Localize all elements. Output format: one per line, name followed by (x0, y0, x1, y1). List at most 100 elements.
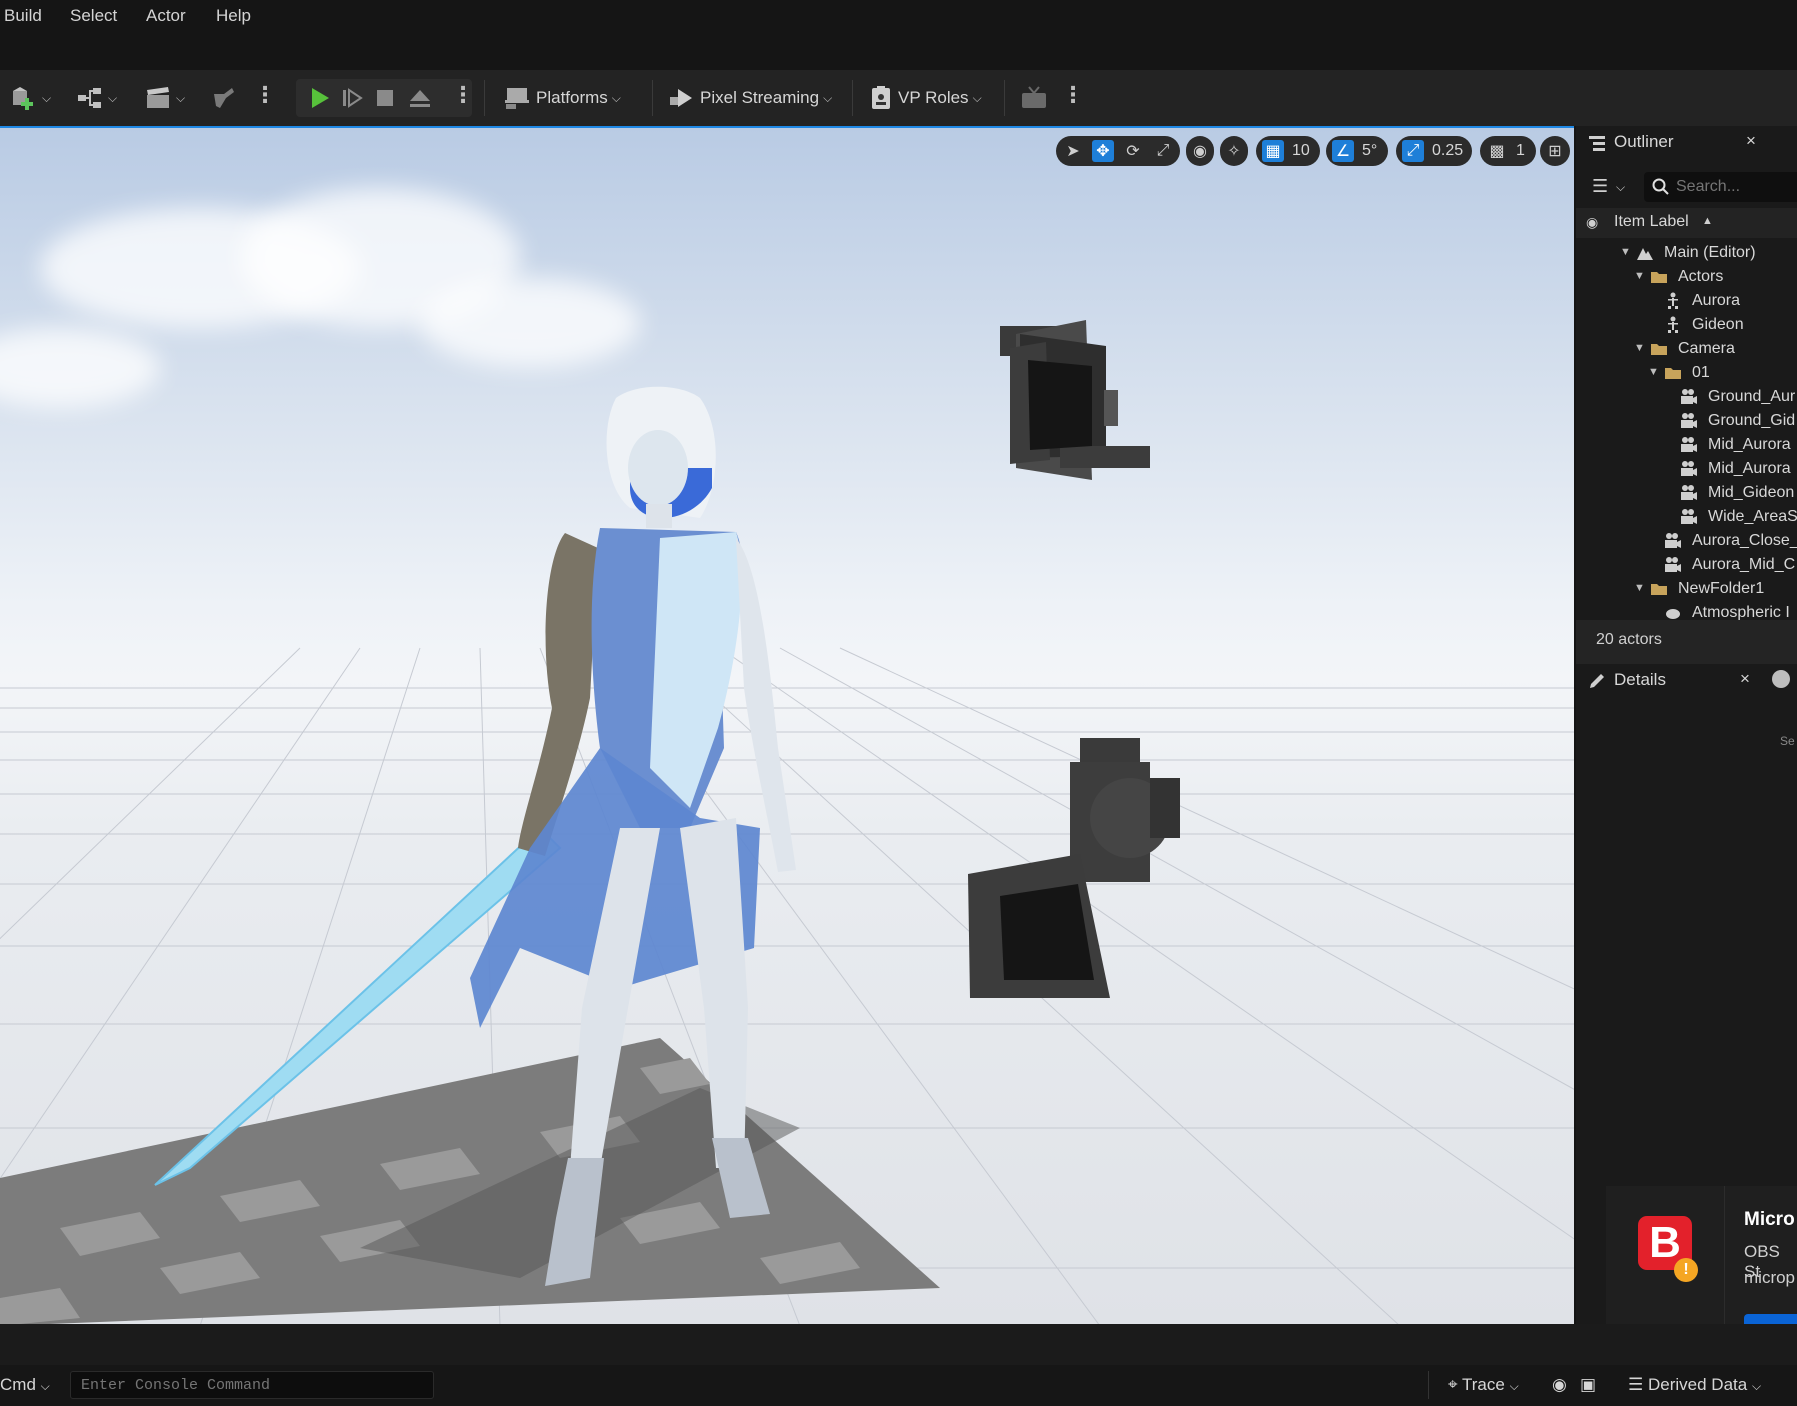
viewport-layout-button[interactable]: ⊞ (1540, 136, 1570, 166)
scale-snap-button[interactable]: ⤢ 0.25 (1396, 136, 1472, 166)
add-actor-button[interactable]: ⌵ (10, 79, 51, 117)
tree-row-camera[interactable]: Mid_Aurora (1576, 458, 1797, 482)
menu-select[interactable]: Select (70, 6, 117, 26)
cine-camera-icon (1681, 509, 1697, 524)
console-command-box[interactable] (70, 1371, 434, 1399)
chevron-down-icon[interactable]: ⌵ (1616, 180, 1625, 195)
warning-badge-icon: ! (1674, 1258, 1698, 1282)
rotation-snap-button[interactable]: ∠ 5° (1326, 136, 1388, 166)
select-mode-icon[interactable]: ➤ (1062, 140, 1084, 162)
layout-grid-icon: ⊞ (1548, 143, 1562, 160)
grid-snap-button[interactable]: ▦ 10 (1256, 136, 1320, 166)
camera-speed-button[interactable]: ▩ 1 (1480, 136, 1536, 166)
play-options-icon[interactable]: ⋮ (452, 84, 474, 106)
close-icon[interactable]: × (1746, 131, 1756, 151)
cine-camera-icon (1681, 461, 1697, 476)
live-coding-button[interactable]: ◉ (1552, 1375, 1567, 1395)
scale-snap-value: 0.25 (1432, 142, 1464, 159)
eject-button[interactable] (408, 79, 432, 117)
play-button[interactable] (306, 79, 332, 117)
tree-row-label: Mid_Gideon (1708, 484, 1795, 501)
tree-row-label: Gideon (1692, 316, 1744, 333)
menu-actor[interactable]: Actor (146, 6, 186, 26)
blueprint-button[interactable]: ⌵ (76, 79, 117, 117)
console-command-input[interactable] (81, 1375, 421, 1395)
tree-row-camera[interactable]: Mid_Aurora (1576, 434, 1797, 458)
modeling-button[interactable] (210, 79, 238, 117)
trace-icon: ⌖ (1448, 1375, 1458, 1394)
add-actor-icon (10, 82, 38, 114)
expand-arrow-icon[interactable]: ▼ (1634, 342, 1645, 354)
menu-help[interactable]: Help (216, 6, 251, 26)
more-options-icon[interactable]: ⋮ (1062, 84, 1084, 106)
stop-button[interactable] (374, 79, 396, 117)
expand-arrow-icon[interactable]: ▼ (1634, 582, 1645, 594)
expand-arrow-icon[interactable]: ▼ (1648, 366, 1659, 378)
rotate-mode-icon[interactable]: ⟳ (1122, 140, 1144, 162)
tree-row-gideon[interactable]: Gideon (1576, 314, 1797, 338)
menu-build[interactable]: Build (4, 6, 42, 26)
tree-row-label: Wide_AreaS (1708, 508, 1797, 525)
vp-roles-button[interactable]: VP Roles ⌵ (870, 79, 982, 117)
cmd-selector[interactable]: Cmd ⌵ (0, 1375, 50, 1395)
expand-arrow-icon[interactable]: ▼ (1620, 246, 1631, 258)
advance-frame-button[interactable] (340, 79, 364, 117)
platforms-button[interactable]: Platforms ⌵ (504, 79, 621, 117)
outliner-panel: Outliner × ☰ ⌵ ◉ Item Label ▲ ▼ Main (Ed… (1576, 126, 1797, 664)
character-face (628, 430, 688, 506)
tree-row-camera[interactable]: Ground_Aur (1576, 386, 1797, 410)
tree-row-newfolder1[interactable]: ▼ NewFolder1 (1576, 578, 1797, 602)
item-label-column-header[interactable]: ◉ Item Label ▲ (1576, 208, 1797, 238)
pixel-streaming-label: Pixel Streaming (700, 88, 820, 107)
search-input[interactable] (1676, 176, 1796, 198)
globe-icon[interactable] (1772, 670, 1790, 688)
main-toolbar: ⌵ ⌵ ⌵ ⋮ ⋮ Platforms ⌵ Pixel Streaming ⌵ … (0, 70, 1797, 126)
clapperboard-icon (144, 82, 172, 114)
tree-row-actors[interactable]: ▼ Actors (1576, 266, 1797, 290)
tree-row-main-editor[interactable]: ▼ Main (Editor) (1576, 242, 1797, 266)
tree-row-camera[interactable]: Ground_Gid (1576, 410, 1797, 434)
filter-icon[interactable]: ☰ (1592, 176, 1608, 197)
eye-icon[interactable]: ◉ (1586, 214, 1598, 231)
chevron-down-icon: ⌵ (176, 90, 186, 105)
pixel-streaming-button[interactable]: Pixel Streaming ⌵ (668, 79, 832, 117)
outliner-search[interactable] (1644, 172, 1797, 202)
derived-data-button[interactable]: ☰ Derived Data ⌵ (1628, 1375, 1761, 1395)
scale-snap-icon: ⤢ (1402, 140, 1424, 162)
surface-snap-icon: ✧ (1227, 143, 1241, 160)
actor-count: 20 actors (1596, 631, 1662, 648)
cinematics-button[interactable]: ⌵ (144, 79, 185, 117)
trace-button[interactable]: ⌖ Trace ⌵ (1448, 1375, 1519, 1395)
level-viewport[interactable]: ➤ ✥ ⟳ ⤢ ◉ ✧ ▦ 10 ∠ 5° ⤢ 0.25 ▩ 1 ⊞ (0, 126, 1574, 1324)
brush-icon (210, 82, 238, 114)
source-control-button[interactable]: ▣ (1580, 1375, 1596, 1395)
more-options-icon[interactable]: ⋮ (254, 84, 276, 106)
toolbar-divider (484, 80, 485, 116)
play-icon (312, 88, 329, 108)
details-tab[interactable]: Details × (1576, 664, 1797, 698)
cine-camera-icon (1681, 437, 1697, 452)
tree-row-camera[interactable]: Aurora_Close_ (1576, 530, 1797, 554)
folder-icon (1665, 368, 1681, 379)
coord-system-button[interactable]: ◉ (1186, 136, 1214, 166)
notification-line-2: microp (1744, 1268, 1796, 1287)
transform-tools: ➤ ✥ ⟳ ⤢ (1056, 136, 1180, 166)
tree-row-camera[interactable]: Mid_Gideon (1576, 482, 1797, 506)
character-ice-armor (650, 532, 742, 808)
tree-row-camera-folder[interactable]: ▼ Camera (1576, 338, 1797, 362)
chevron-down-icon: ⌵ (611, 90, 621, 105)
folder-icon (1651, 272, 1667, 283)
tree-row-camera[interactable]: Wide_AreaS (1576, 506, 1797, 530)
outliner-tab[interactable]: Outliner × (1576, 126, 1797, 160)
tree-row-aurora[interactable]: Aurora (1576, 290, 1797, 314)
tree-row-folder-01[interactable]: ▼ 01 (1576, 362, 1797, 386)
expand-arrow-icon[interactable]: ▼ (1634, 270, 1645, 282)
chevron-down-icon: ⌵ (40, 1379, 50, 1393)
tree-row-camera[interactable]: Aurora_Mid_C (1576, 554, 1797, 578)
status-bar: Cmd ⌵ ⌖ Trace ⌵ ◉ ▣ ☰ Derived Data ⌵ (0, 1365, 1797, 1406)
close-icon[interactable]: × (1740, 669, 1750, 689)
broadcast-button[interactable] (1020, 79, 1048, 117)
scale-mode-icon[interactable]: ⤢ (1152, 140, 1174, 162)
translate-mode-icon[interactable]: ✥ (1092, 140, 1114, 162)
surface-snap-button[interactable]: ✧ (1220, 136, 1248, 166)
